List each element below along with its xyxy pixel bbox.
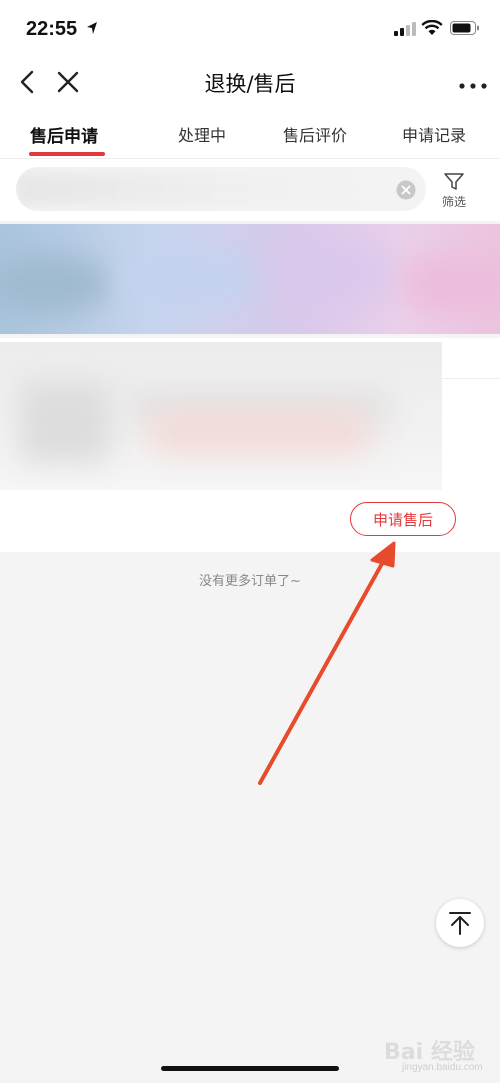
page-title: 退换/售后 xyxy=(204,72,296,96)
filter-button[interactable]: 筛选 xyxy=(436,193,472,210)
nav-bar: 退换/售后 xyxy=(0,58,500,108)
order-card: 申请售后 xyxy=(0,338,500,552)
tab-after-sale-apply[interactable]: 售后申请 xyxy=(30,122,98,147)
signal-icon xyxy=(394,22,416,36)
active-tab-indicator xyxy=(29,152,105,156)
status-bar: 22:55 xyxy=(0,0,500,58)
tab-after-sale-review[interactable]: 售后评价 xyxy=(283,122,347,146)
home-indicator xyxy=(161,1066,339,1071)
funnel-icon[interactable] xyxy=(443,172,465,192)
battery-icon xyxy=(450,21,479,35)
card-divider xyxy=(442,378,500,379)
list-end-text: 没有更多订单了~ xyxy=(199,574,301,589)
promo-banner[interactable] xyxy=(0,224,500,334)
apply-after-sale-button[interactable]: 申请售后 xyxy=(350,502,456,536)
tab-processing[interactable]: 处理中 xyxy=(178,122,226,146)
back-to-top-button[interactable] xyxy=(436,899,484,947)
back-to-top-icon xyxy=(449,912,471,935)
clear-circle-icon[interactable] xyxy=(396,180,416,200)
search-blurred-content xyxy=(16,173,376,205)
watermark-url: jingyan.baidu.com xyxy=(402,1062,483,1073)
search-row xyxy=(0,159,500,221)
search-input[interactable] xyxy=(16,167,426,211)
tab-bar: 售后申请 处理中 售后评价 申请记录 xyxy=(0,108,500,159)
wifi-icon xyxy=(421,20,443,35)
location-arrow-icon xyxy=(87,22,97,34)
tab-apply-records[interactable]: 申请记录 xyxy=(402,122,466,146)
order-product-blurred[interactable] xyxy=(0,342,442,490)
more-dots-icon[interactable] xyxy=(456,66,490,98)
status-time: 22:55 xyxy=(26,18,78,40)
